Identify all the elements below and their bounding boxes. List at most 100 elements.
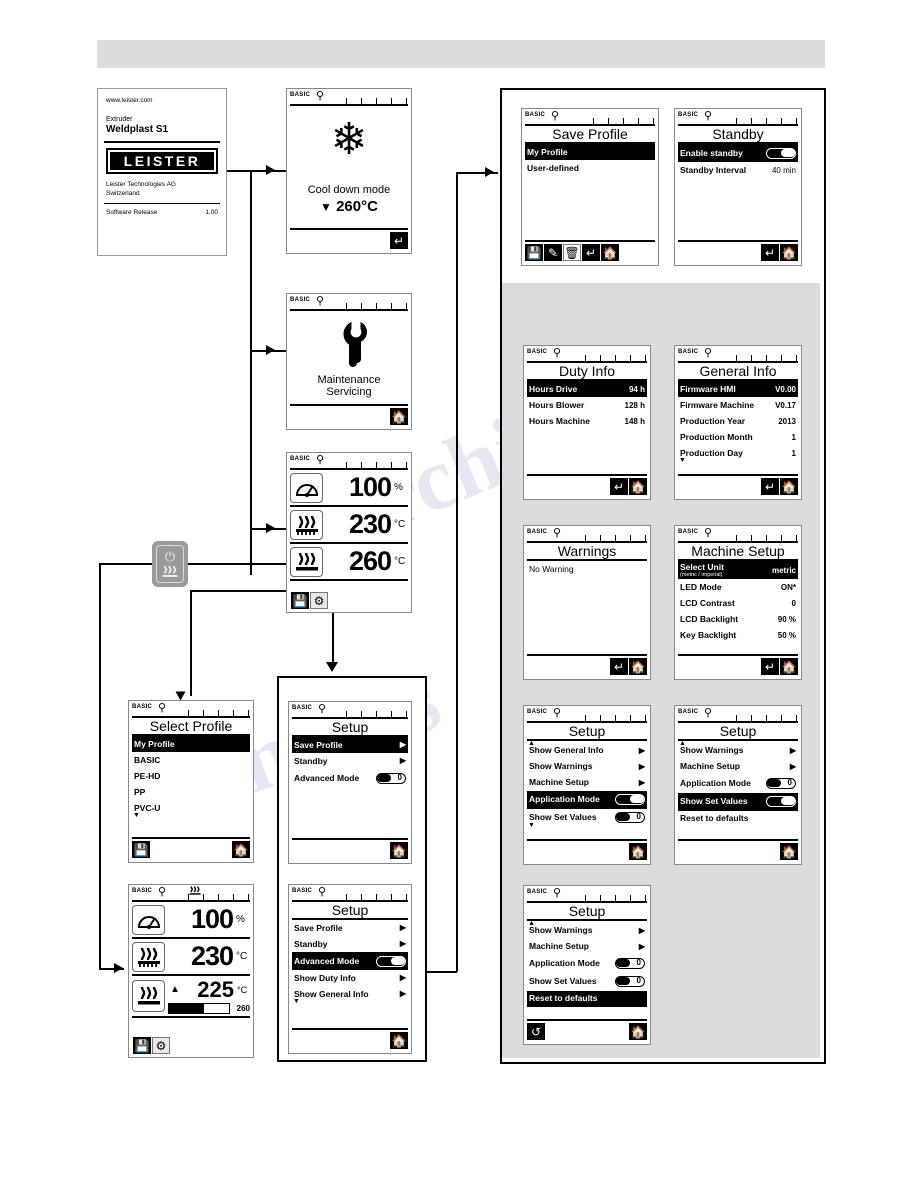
home-icon[interactable]: 🏠 (232, 841, 250, 858)
back-icon[interactable]: ↵ (582, 244, 600, 261)
list-item[interactable]: Production Day 1 (678, 445, 798, 458)
home-icon[interactable]: 🏠 (629, 658, 647, 675)
menu-item-led-mode[interactable]: LED Mode ON* (678, 579, 798, 595)
menu-item-lcd-backlight[interactable]: LCD Backlight 90 % (678, 611, 798, 627)
back-icon[interactable]: ↵ (610, 658, 628, 675)
home-icon[interactable]: 🏠 (780, 478, 798, 495)
menu-item-show-set-values[interactable]: Show Set Values 0 (527, 973, 647, 991)
menu-item-show-set-values[interactable]: Show Set Values 0 (527, 809, 647, 823)
home-icon[interactable]: 🏠 (629, 843, 647, 860)
list-item[interactable]: Firmware Machine V0.17 (678, 397, 798, 413)
menu-item-lcd-contrast[interactable]: LCD Contrast 0 (678, 595, 798, 611)
toggle-advanced-mode[interactable]: I (376, 955, 406, 967)
list-item[interactable]: BASIC (132, 752, 250, 768)
toggle-application-mode[interactable]: 0 (766, 778, 796, 789)
trash-icon[interactable]: 🗑 (563, 244, 581, 261)
menu-item-reset-to-defaults[interactable]: Reset to defaults (678, 811, 798, 827)
menu-item-standby-interval[interactable]: Standby Interval 40 min (678, 162, 798, 178)
home-icon[interactable]: 🏠 (390, 408, 408, 425)
air-temp-row[interactable]: 230 °C (132, 939, 250, 976)
menu-item-standby[interactable]: Standby ▶ (292, 753, 408, 769)
home-icon[interactable]: 🏠 (780, 658, 798, 675)
scroll-down-icon[interactable]: ▼ (679, 457, 798, 464)
menu-item-enable-standby[interactable]: Enable standby 0 (678, 144, 798, 162)
back-icon[interactable]: ↵ (761, 658, 779, 675)
air-temp-row[interactable]: 230 °C (290, 507, 408, 544)
menu-item-save-profile[interactable]: Save Profile ▶ (292, 737, 408, 753)
reset-icon[interactable]: ↺ (527, 1023, 545, 1040)
list-item[interactable]: My Profile (525, 144, 655, 160)
list-item[interactable]: PE-HD (132, 768, 250, 784)
back-icon[interactable]: ↵ (761, 244, 779, 261)
toggle-show-set-values[interactable]: 0 (615, 976, 645, 987)
menu-item-application-mode[interactable]: Application Mode 0 (678, 775, 798, 793)
toggle-application-mode[interactable]: 0 (615, 958, 645, 969)
menu-item-advanced-mode[interactable]: Advanced Mode 0 (292, 769, 408, 787)
back-icon[interactable]: ↵ (610, 478, 628, 495)
toggle-enable-standby[interactable]: 0 (766, 147, 796, 159)
menu-item-application-mode[interactable]: Application Mode I (527, 790, 647, 809)
list-item[interactable]: My Profile (132, 736, 250, 752)
save-icon[interactable]: 💾 (525, 244, 543, 261)
back-icon[interactable]: ↵ (390, 232, 408, 249)
menu-item-label: Show General Info (294, 988, 369, 999)
list-item[interactable]: PVC-U (132, 800, 250, 813)
menu-item-machine-setup[interactable]: Machine Setup ▶ (527, 939, 647, 955)
scroll-down-icon[interactable]: ▼ (528, 822, 647, 829)
menu-item-show-general-info[interactable]: Show General Info ▶ (527, 746, 647, 759)
list-item[interactable]: User-defined (525, 160, 655, 176)
power-heat-key[interactable]: ⏻ (152, 541, 188, 587)
scroll-down-icon[interactable]: ▼ (133, 812, 250, 819)
menu-item-select-unit[interactable]: Select Unit (metric / imperial) metric (678, 561, 798, 579)
home-icon[interactable]: 🏠 (601, 244, 619, 261)
home-icon[interactable]: 🏠 (780, 244, 798, 261)
menu-item-show-warnings[interactable]: Show Warnings ▶ (678, 746, 798, 759)
menu-item-save-profile[interactable]: Save Profile ▶ (292, 920, 408, 936)
menu-item-show-general-info[interactable]: Show General Info ▶ (292, 986, 408, 999)
save-profile-icon[interactable]: 💾 (133, 1037, 151, 1054)
menu-item-machine-setup[interactable]: Machine Setup ▶ (527, 775, 647, 791)
list-item-label: PE-HD (134, 770, 161, 781)
speed-row[interactable]: 100 % (132, 902, 250, 939)
rename-icon[interactable]: ✎ (544, 244, 562, 261)
home-icon[interactable]: 🏠 (390, 1032, 408, 1049)
list-item[interactable]: Production Month 1 (678, 429, 798, 445)
menu-item-reset-to-defaults[interactable]: Reset to defaults (527, 990, 647, 1007)
menu-item-machine-setup[interactable]: Machine Setup ▶ (678, 759, 798, 775)
menu-item-show-warnings[interactable]: Show Warnings ▶ (527, 926, 647, 939)
speed-row[interactable]: 100 % (290, 470, 408, 507)
back-icon[interactable]: ↵ (761, 478, 779, 495)
menu-item-standby[interactable]: Standby ▶ (292, 936, 408, 952)
home-icon[interactable]: 🏠 (780, 843, 798, 860)
menu-item-advanced-mode[interactable]: Advanced Mode I (292, 952, 408, 970)
list-item[interactable]: PP (132, 784, 250, 800)
machine-setup-screen: BASIC ⚲ Machine Setup Select Unit (metri… (674, 525, 802, 680)
gears-setup-icon[interactable]: ⚙ (152, 1037, 170, 1054)
gears-setup-icon[interactable]: ⚙ (310, 592, 328, 609)
list-item[interactable]: Firmware HMI V0.00 (678, 381, 798, 397)
menu-item-key-backlight[interactable]: Key Backlight 50 % (678, 627, 798, 643)
toggle-application-mode[interactable]: I (615, 794, 645, 805)
toggle-show-set-values[interactable]: 0 (615, 812, 645, 823)
home-icon[interactable]: 🏠 (390, 842, 408, 859)
mass-temp-row[interactable]: 260 °C (290, 544, 408, 581)
menu-item-application-mode[interactable]: Application Mode 0 (527, 955, 647, 973)
list-item-label: Hours Drive (529, 383, 578, 394)
list-item[interactable]: Hours Blower 128 h (527, 397, 647, 413)
mass-temp-row[interactable]: ▲ 225 °C 260 (132, 976, 250, 1018)
save-profile-icon[interactable]: 💾 (291, 592, 309, 609)
scroll-down-icon[interactable]: ▼ (293, 998, 408, 1005)
toggle-advanced-mode[interactable]: 0 (376, 772, 406, 784)
list-item[interactable]: Production Year 2013 (678, 413, 798, 429)
menu-item-show-set-values[interactable]: Show Set Values 0 (678, 792, 798, 811)
toggle-show-set-values[interactable]: 0 (766, 796, 796, 807)
save-profile-icon[interactable]: 💾 (132, 841, 150, 858)
home-icon[interactable]: 🏠 (629, 1023, 647, 1040)
list-item[interactable]: Hours Drive 94 h (527, 381, 647, 397)
menu-item-show-duty-info[interactable]: Show Duty Info ▶ (292, 970, 408, 986)
mass-temp-value: 225 (197, 976, 234, 1002)
menu-item-show-warnings[interactable]: Show Warnings ▶ (527, 759, 647, 775)
list-item[interactable]: Hours Machine 148 h (527, 413, 647, 429)
home-icon[interactable]: 🏠 (629, 478, 647, 495)
company-line-2: Switzerland (106, 190, 140, 197)
